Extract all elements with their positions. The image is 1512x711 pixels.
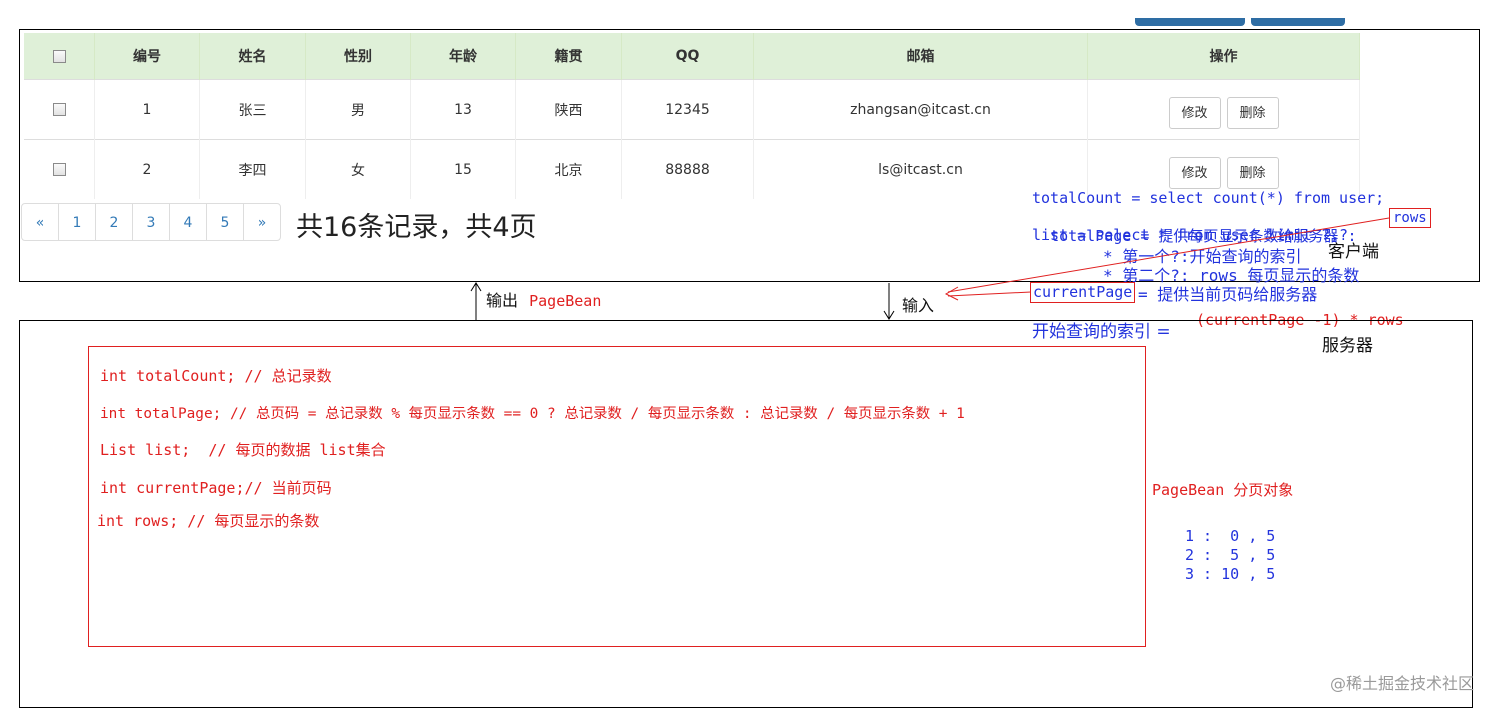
input-label: 输入 xyxy=(902,296,935,315)
pagination-example-1: 1 : 0 , 5 xyxy=(1185,527,1276,545)
pointer-arrow-head xyxy=(944,286,959,301)
pagebean-field-rows: int rows; // 每页显示的条数 xyxy=(97,512,320,530)
pagination-example-2: 2 : 5 , 5 xyxy=(1185,546,1276,564)
current-page-pointer-line xyxy=(947,291,1032,297)
output-type: PageBean xyxy=(529,292,602,310)
pagebean-field-list: List list; // 每页的数据 list集合 xyxy=(100,441,386,459)
pagebean-field-total-count: int totalCount; // 总记录数 xyxy=(100,367,332,385)
pagebean-field-current-page: int currentPage;// 当前页码 xyxy=(100,479,332,497)
output-label: 输出 PageBean xyxy=(486,287,601,311)
watermark: @稀土掘金技术社区 xyxy=(1330,674,1475,693)
pagebean-caption: PageBean 分页对象 xyxy=(1152,481,1294,499)
pagebean-field-total-page: int totalPage; // 总页码 = 总记录数 % 每页显示条数 ==… xyxy=(100,406,965,422)
output-label-text: 输出 xyxy=(486,291,519,310)
rows-pointer-line xyxy=(947,217,1390,293)
pagination-example-3: 3 : 10 , 5 xyxy=(1185,565,1276,583)
